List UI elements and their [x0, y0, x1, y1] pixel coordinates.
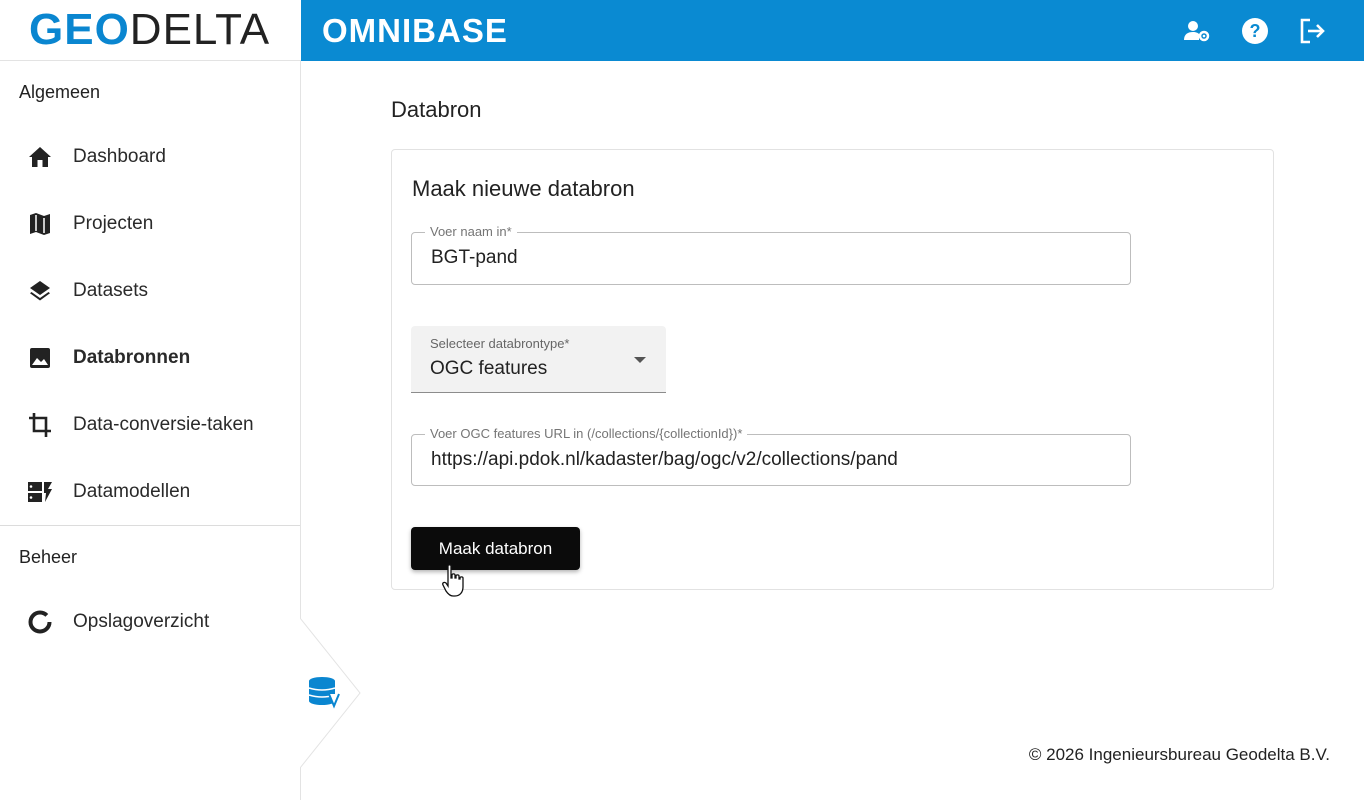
hand-cursor-icon: [442, 564, 466, 603]
logo-part-delta: DELTA: [129, 5, 271, 54]
sidebar-item-dashboard[interactable]: Dashboard: [0, 123, 300, 190]
top-actions: ?: [1180, 14, 1330, 48]
help-icon[interactable]: ?: [1238, 14, 1272, 48]
sidebar-item-datasets[interactable]: Datasets: [0, 257, 300, 324]
home-icon: [27, 144, 53, 170]
sidebar-item-label: Datasets: [73, 279, 148, 301]
name-field[interactable]: Voer naam in* BGT-pand: [411, 224, 1131, 285]
card-title: Maak nieuwe databron: [412, 176, 635, 201]
url-field-value: https://api.pdok.nl/kadaster/bag/ogc/v2/…: [431, 449, 898, 470]
logo-part-geo: GEO: [29, 5, 130, 54]
map-icon: [27, 211, 53, 237]
sidebar-toggle-tab[interactable]: [299, 617, 362, 773]
dropdown-arrow-icon: [634, 357, 646, 363]
url-field-label: Voer OGC features URL in (/collections/{…: [425, 426, 748, 441]
logout-icon[interactable]: [1296, 14, 1330, 48]
sidebar-item-databronnen[interactable]: Databronnen: [0, 324, 300, 391]
sidebar-item-label: Projecten: [73, 212, 154, 234]
type-select-value: OGC features: [430, 358, 548, 379]
footer-copyright: © 2026 Ingenieursbureau Geodelta B.V.: [1028, 745, 1330, 764]
user-settings-icon[interactable]: [1180, 14, 1214, 48]
sidebar-item-label: Databronnen: [73, 346, 191, 368]
section-label-general: Algemeen: [19, 81, 101, 102]
url-field[interactable]: Voer OGC features URL in (/collections/{…: [411, 426, 1131, 486]
model-icon: [27, 479, 53, 505]
layers-icon: [27, 278, 53, 304]
image-icon: [27, 345, 53, 371]
name-field-value: BGT-pand: [431, 247, 518, 268]
geodelta-logo: GEODELTA: [0, 0, 301, 61]
sidebar-item-datamodellen[interactable]: Datamodellen: [0, 458, 300, 525]
top-app-bar: OMNIBASE ?: [301, 0, 1364, 61]
create-datasource-button[interactable]: Maak databron: [411, 527, 580, 570]
crop-icon: [27, 412, 53, 438]
sidebar-item-label: Datamodellen: [73, 480, 191, 502]
sidebar-item-data-conversie-taken[interactable]: Data-conversie-taken: [0, 391, 300, 458]
sidebar-item-label: Opslagoverzicht: [73, 610, 210, 632]
donut-chart-icon: [27, 609, 53, 635]
app-title: OMNIBASE: [322, 11, 508, 49]
type-select-label: Selecteer databrontype*: [430, 336, 570, 351]
sidebar-item-projecten[interactable]: Projecten: [0, 190, 300, 257]
section-label-admin: Beheer: [19, 546, 78, 567]
database-icon: [308, 677, 340, 709]
sidebar: Algemeen Dashboard Projecten Datasets Da…: [0, 61, 301, 800]
sidebar-item-label: Data-conversie-taken: [73, 413, 254, 435]
sidebar-item-opslagoverzicht[interactable]: Opslagoverzicht: [0, 588, 300, 655]
page-title: Databron: [391, 97, 482, 122]
sidebar-item-label: Dashboard: [73, 145, 166, 167]
datasource-type-select[interactable]: Selecteer databrontype* OGC features: [411, 326, 666, 393]
svg-text:?: ?: [1250, 21, 1261, 41]
name-field-label: Voer naam in*: [425, 224, 517, 239]
